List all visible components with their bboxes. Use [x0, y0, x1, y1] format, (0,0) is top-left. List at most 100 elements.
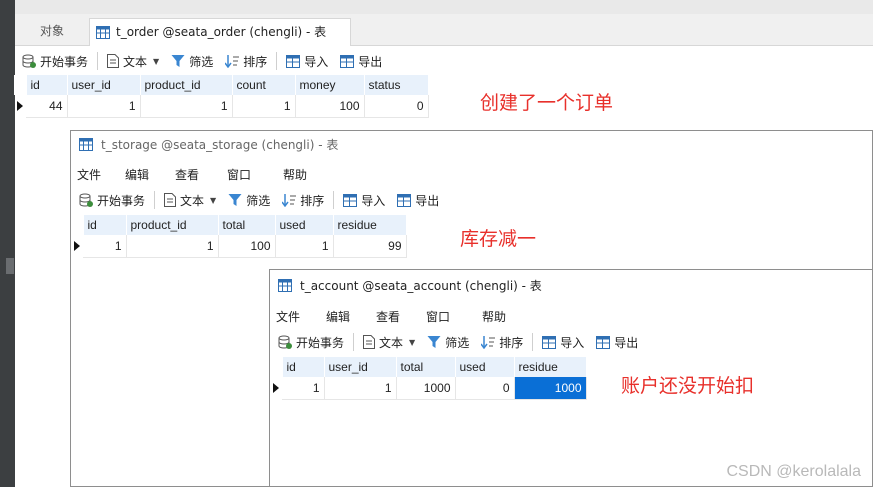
import-label: 导入 — [560, 335, 585, 350]
tab-objects[interactable]: 对象 — [15, 18, 89, 46]
table-cell[interactable]: 1 — [275, 235, 334, 258]
filter-button[interactable]: 筛选 — [165, 49, 219, 73]
text-view-label: 文本 — [180, 193, 205, 208]
export-button[interactable]: 导出 — [590, 330, 644, 354]
filter-icon — [228, 193, 242, 207]
table-cell[interactable]: 1 — [126, 235, 219, 258]
begin-transaction-label: 开始事务 — [97, 193, 146, 208]
toolbar-divider — [154, 191, 156, 209]
column-header[interactable]: id — [83, 215, 127, 235]
toolbar-divider — [353, 333, 355, 351]
column-header[interactable]: status — [364, 75, 429, 95]
table-cell[interactable]: 99 — [333, 235, 407, 258]
row-pointer-icon — [270, 377, 282, 399]
toolbar-divider — [97, 52, 99, 70]
account-table: id user_id total used residue 1 1 1000 0… — [270, 357, 587, 400]
column-header[interactable]: money — [295, 75, 365, 95]
import-button[interactable]: 导入 — [337, 188, 391, 212]
menu-edit[interactable]: 编辑 — [326, 308, 376, 325]
export-icon — [340, 54, 355, 68]
storage-window-titlebar[interactable]: t_storage @seata_storage (chengli) - 表 — [71, 131, 872, 159]
table-icon — [96, 26, 110, 39]
storage-menubar: 文件 编辑 查看 窗口 帮助 — [77, 163, 323, 185]
table-row[interactable]: 1 1 100 1 99 — [71, 235, 407, 258]
sort-icon — [225, 54, 240, 68]
table-cell[interactable]: 100 — [295, 95, 365, 118]
table-cell[interactable]: 1 — [232, 95, 296, 118]
account-window-titlebar[interactable]: t_account @seata_account (chengli) - 表 — [270, 270, 872, 302]
column-header[interactable]: id — [26, 75, 68, 95]
import-icon — [286, 54, 301, 68]
splitter-handle[interactable] — [6, 258, 14, 274]
column-header[interactable]: used — [275, 215, 334, 235]
table-cell[interactable]: 1 — [282, 377, 325, 400]
chevron-down-icon: ▼ — [210, 195, 217, 205]
annotation-stock-decrement: 库存减一 — [460, 228, 537, 250]
table-cell[interactable]: 1 — [67, 95, 141, 118]
column-header[interactable]: id — [282, 357, 325, 377]
begin-transaction-button[interactable]: 开始事务 — [272, 330, 350, 354]
import-button[interactable]: 导入 — [280, 49, 334, 73]
sort-button[interactable]: 排序 — [475, 330, 529, 354]
table-cell[interactable]: 0 — [364, 95, 429, 118]
sort-button[interactable]: 排序 — [219, 49, 273, 73]
import-button[interactable]: 导入 — [536, 330, 590, 354]
table-cell[interactable]: 1 — [83, 235, 127, 258]
text-view-button[interactable]: 文本 ▼ — [357, 330, 421, 354]
menu-window[interactable]: 窗口 — [426, 308, 482, 325]
column-header[interactable]: user_id — [67, 75, 141, 95]
column-header[interactable]: product_id — [140, 75, 233, 95]
account-menubar: 文件 编辑 查看 窗口 帮助 — [276, 305, 522, 327]
column-header[interactable]: total — [218, 215, 276, 235]
table-cell[interactable]: 1 — [324, 377, 397, 400]
column-header[interactable]: residue — [514, 357, 587, 377]
table-header-row: id user_id product_id count money status — [14, 75, 429, 95]
table-icon — [278, 279, 292, 292]
column-header[interactable]: residue — [333, 215, 407, 235]
export-button[interactable]: 导出 — [391, 188, 445, 212]
chevron-down-icon: ▼ — [153, 56, 160, 66]
sort-button[interactable]: 排序 — [276, 188, 330, 212]
filter-button[interactable]: 筛选 — [421, 330, 475, 354]
table-cell[interactable]: 1000 — [396, 377, 456, 400]
column-header[interactable]: product_id — [126, 215, 219, 235]
tab-t-order-label: t_order @seata_order (chengli) - 表 — [116, 25, 327, 39]
export-button[interactable]: 导出 — [334, 49, 388, 73]
table-cell-selected[interactable]: 1000 — [514, 377, 587, 400]
table-cell[interactable]: 0 — [455, 377, 515, 400]
table-cell[interactable]: 1 — [140, 95, 233, 118]
text-view-button[interactable]: 文本 ▼ — [101, 49, 165, 73]
menu-view[interactable]: 查看 — [175, 166, 227, 183]
row-marker-header — [270, 357, 283, 377]
menu-help[interactable]: 帮助 — [482, 308, 522, 325]
column-header[interactable]: used — [455, 357, 515, 377]
storage-table: id product_id total used residue 1 1 100… — [71, 215, 407, 258]
table-cell[interactable]: 100 — [218, 235, 276, 258]
table-icon — [79, 138, 93, 151]
menu-file[interactable]: 文件 — [77, 166, 125, 183]
import-icon — [542, 335, 557, 349]
menu-edit[interactable]: 编辑 — [125, 166, 175, 183]
filter-button[interactable]: 筛选 — [222, 188, 276, 212]
menu-view[interactable]: 查看 — [376, 308, 426, 325]
column-header[interactable]: total — [396, 357, 456, 377]
table-cell[interactable]: 44 — [26, 95, 68, 118]
row-pointer-icon — [71, 235, 83, 257]
storage-window-title: t_storage @seata_storage (chengli) - 表 — [101, 138, 339, 152]
text-view-button[interactable]: 文本 ▼ — [158, 188, 222, 212]
text-view-label: 文本 — [123, 54, 148, 69]
begin-transaction-button[interactable]: 开始事务 — [73, 188, 151, 212]
column-header[interactable]: count — [232, 75, 296, 95]
menu-file[interactable]: 文件 — [276, 308, 326, 325]
tab-t-order[interactable]: t_order @seata_order (chengli) - 表 — [89, 18, 351, 46]
menu-window[interactable]: 窗口 — [227, 166, 283, 183]
begin-transaction-button[interactable]: 开始事务 — [16, 49, 94, 73]
menu-help[interactable]: 帮助 — [283, 166, 323, 183]
table-row[interactable]: 44 1 1 1 100 0 — [14, 95, 429, 118]
table-row[interactable]: 1 1 1000 0 1000 — [270, 377, 587, 400]
filter-label: 筛选 — [445, 335, 470, 350]
begin-transaction-label: 开始事务 — [296, 335, 345, 350]
database-icon — [278, 335, 292, 349]
main-menubar-clipped — [15, 0, 873, 14]
column-header[interactable]: user_id — [324, 357, 397, 377]
